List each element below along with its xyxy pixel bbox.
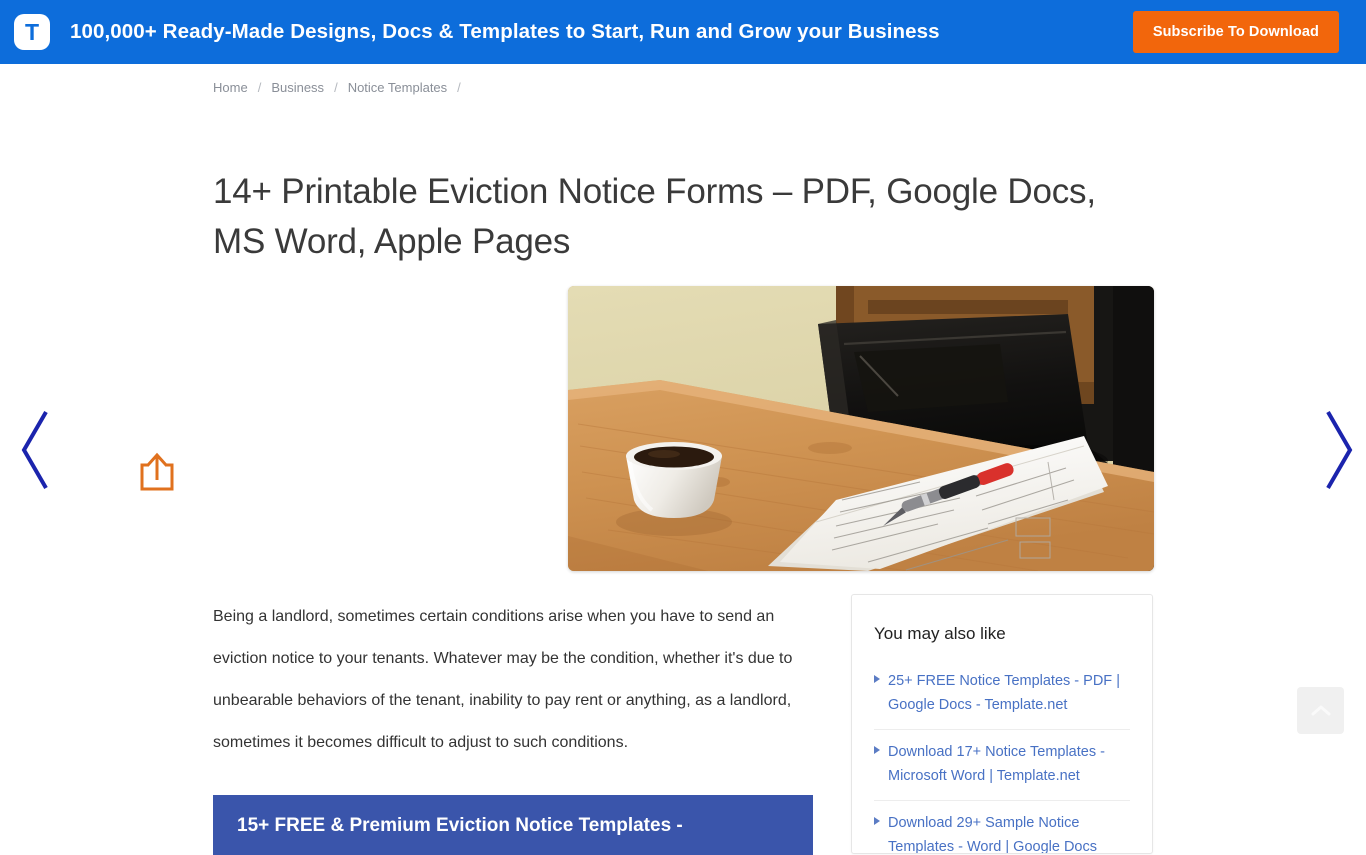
breadcrumb-item-business[interactable]: Business bbox=[271, 80, 324, 95]
list-item[interactable]: Download 29+ Sample Notice Templates - W… bbox=[874, 801, 1130, 853]
you-may-also-like-card: You may also like 25+ FREE Notice Templa… bbox=[851, 594, 1153, 854]
breadcrumb-separator: / bbox=[257, 80, 262, 95]
breadcrumb: Home / Business / Notice Templates / bbox=[213, 80, 471, 95]
related-link[interactable]: 25+ FREE Notice Templates - PDF | Google… bbox=[888, 669, 1130, 717]
page-body: Home / Business / Notice Templates / 14+… bbox=[0, 64, 1366, 855]
caret-right-icon bbox=[874, 746, 880, 754]
chevron-up-icon bbox=[1311, 705, 1330, 715]
brand-logo-icon[interactable]: T bbox=[14, 14, 50, 50]
breadcrumb-separator-trailing: / bbox=[457, 80, 461, 95]
list-item[interactable]: Download 17+ Notice Templates - Microsof… bbox=[874, 730, 1130, 801]
sidebar-heading: You may also like bbox=[874, 624, 1006, 643]
page-title: 14+ Printable Eviction Notice Forms – PD… bbox=[213, 172, 1096, 261]
breadcrumb-item-home[interactable]: Home bbox=[213, 80, 248, 95]
promo-headline: 100,000+ Ready-Made Designs, Docs & Temp… bbox=[70, 20, 940, 43]
promo-bar: T 100,000+ Ready-Made Designs, Docs & Te… bbox=[0, 0, 1366, 64]
subscribe-to-download-button[interactable]: Subscribe To Download bbox=[1132, 11, 1339, 53]
breadcrumb-separator: / bbox=[334, 80, 338, 95]
brand-logo-letter: T bbox=[24, 18, 40, 45]
banner-text: 15+ FREE & Premium Eviction Notice Templ… bbox=[237, 815, 683, 836]
related-link[interactable]: Download 29+ Sample Notice Templates - W… bbox=[888, 811, 1130, 853]
caret-right-icon bbox=[874, 675, 880, 683]
caret-right-icon bbox=[874, 817, 880, 825]
breadcrumb-item-notice-templates[interactable]: Notice Templates bbox=[348, 80, 447, 95]
share-icon[interactable] bbox=[139, 452, 175, 492]
hero-image bbox=[568, 286, 1154, 571]
list-item[interactable]: 25+ FREE Notice Templates - PDF | Google… bbox=[874, 659, 1130, 730]
carousel-next-arrow[interactable] bbox=[1316, 406, 1360, 494]
eviction-templates-banner[interactable]: 15+ FREE & Premium Eviction Notice Templ… bbox=[213, 795, 813, 855]
related-link[interactable]: Download 17+ Notice Templates - Microsof… bbox=[888, 740, 1130, 788]
carousel-prev-arrow[interactable] bbox=[14, 406, 58, 494]
related-links-list: 25+ FREE Notice Templates - PDF | Google… bbox=[852, 645, 1152, 853]
scroll-to-top-button[interactable] bbox=[1297, 687, 1344, 734]
intro-paragraph: Being a landlord, sometimes certain cond… bbox=[213, 608, 793, 751]
